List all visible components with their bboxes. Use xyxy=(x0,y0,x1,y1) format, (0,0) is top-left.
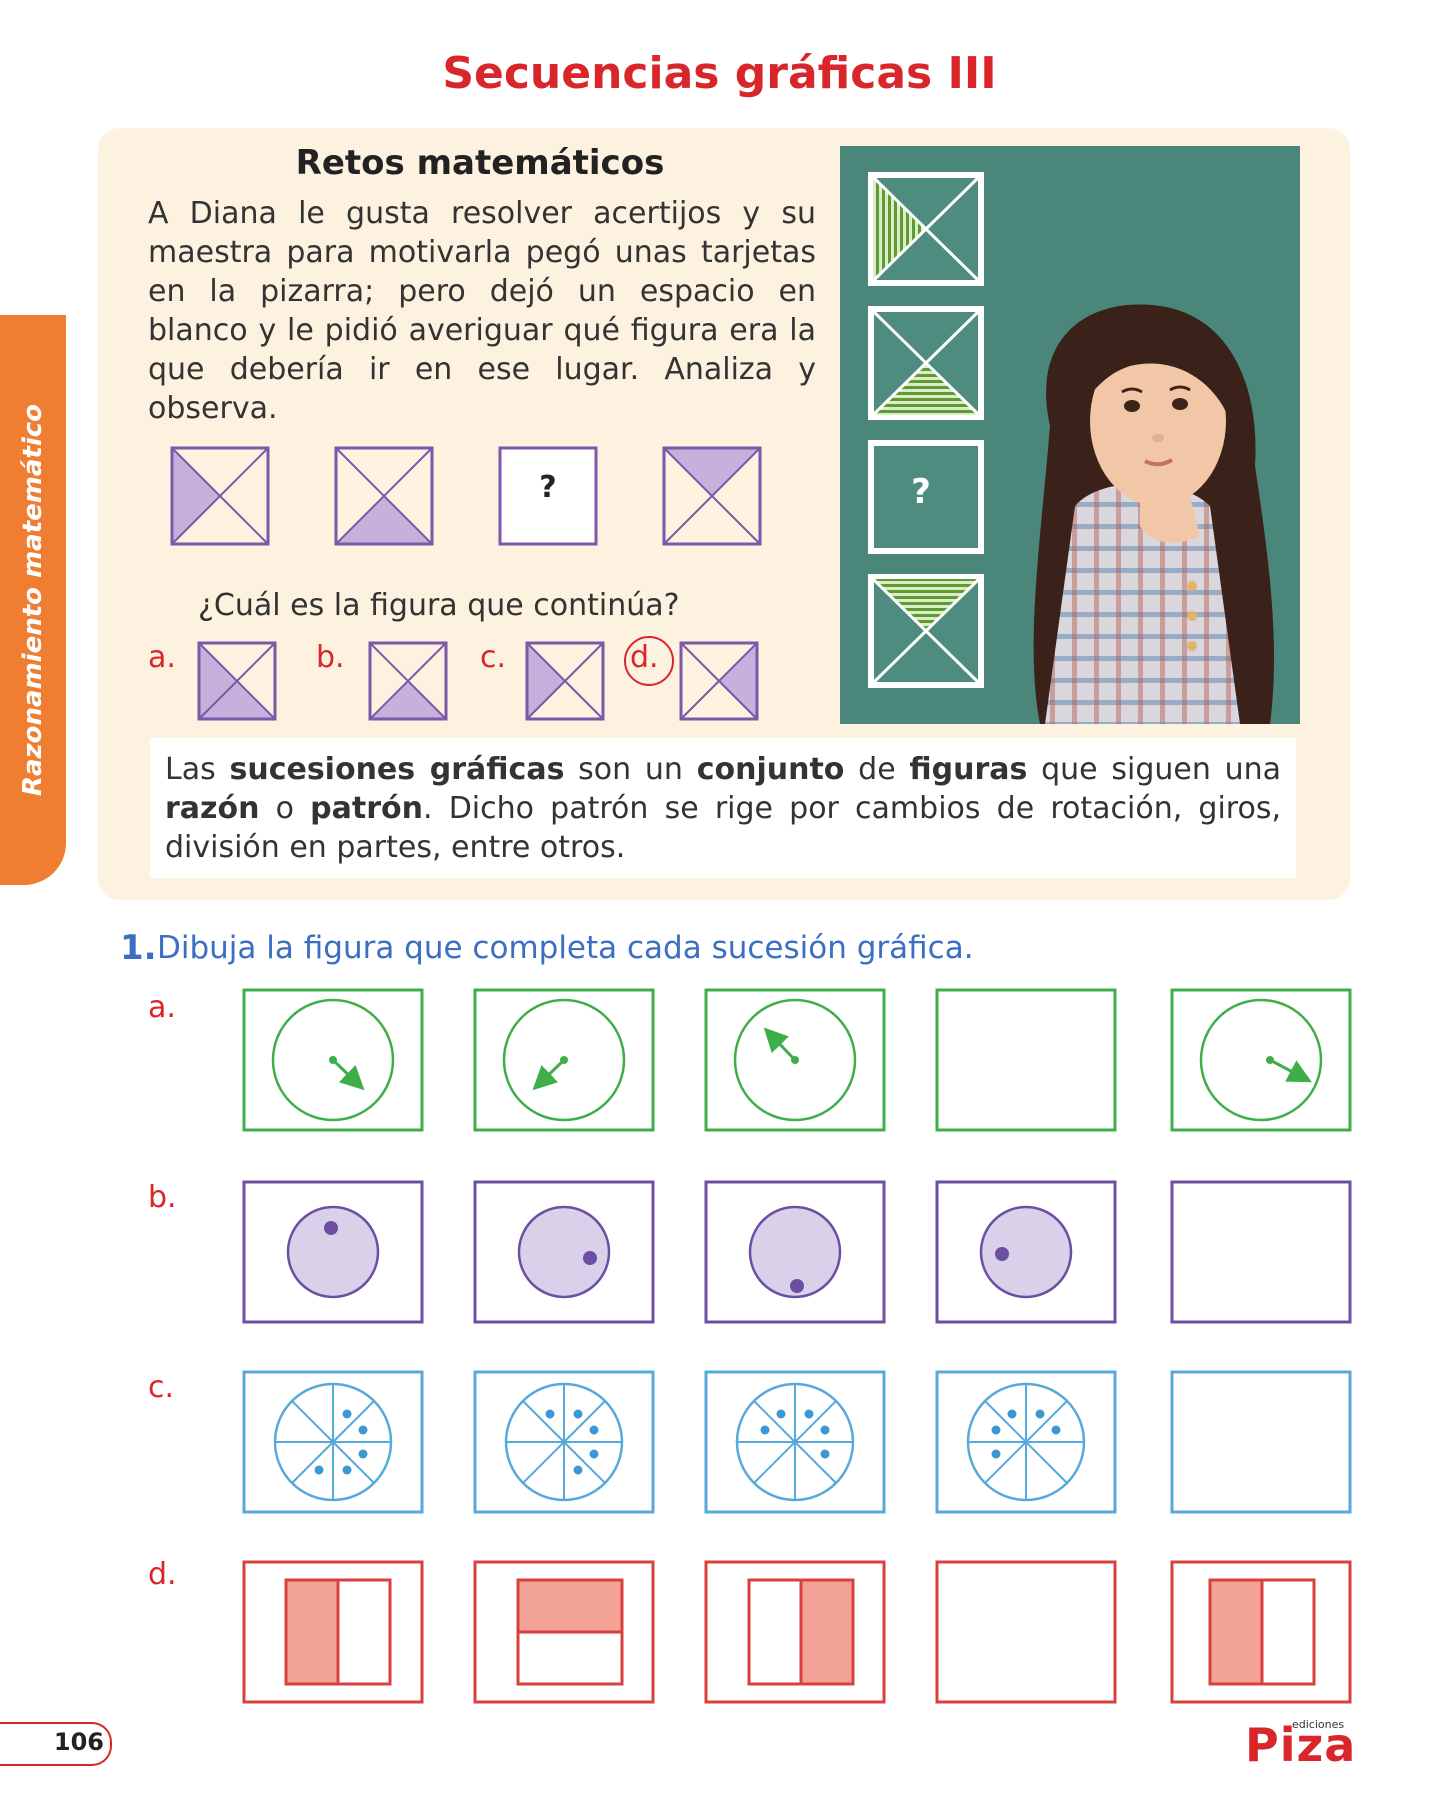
dot-icon xyxy=(804,1409,814,1419)
definition-part: que siguen una xyxy=(1027,752,1282,787)
dot-icon xyxy=(342,1409,352,1419)
side-tab-label: Razonamiento matemático xyxy=(18,403,48,797)
dot-icon xyxy=(573,1465,583,1475)
definition-part: son un xyxy=(564,752,697,787)
dot-icon xyxy=(324,1221,338,1235)
chalkboard-card-icon xyxy=(868,172,984,286)
retos-sequence xyxy=(170,446,762,546)
option-d-figure xyxy=(679,641,759,721)
row-a xyxy=(242,988,1352,1132)
dot-icon xyxy=(589,1449,599,1459)
sequence-question-mark: ? xyxy=(539,470,557,505)
option-a-figure xyxy=(197,641,277,721)
dot-icon xyxy=(760,1425,770,1435)
dot-icon xyxy=(820,1449,830,1459)
definition-part: o xyxy=(259,791,311,826)
exercise-number: 1. xyxy=(120,928,157,968)
sequence-square-4 xyxy=(662,446,762,546)
dot-icon xyxy=(545,1409,555,1419)
girl-illustration xyxy=(1033,304,1275,724)
dot-icon xyxy=(314,1465,324,1475)
dot-icon xyxy=(358,1425,368,1435)
retos-question: ¿Cuál es la figura que continúa? xyxy=(198,588,680,623)
row-d xyxy=(242,1560,1352,1704)
dot-icon xyxy=(1007,1409,1017,1419)
dot-icon xyxy=(573,1409,583,1419)
definition-part: conjunto xyxy=(696,752,845,787)
definition-part: Las xyxy=(165,752,230,787)
definition-part: de xyxy=(844,752,910,787)
definition-part: patrón xyxy=(310,791,423,826)
option-b-figure xyxy=(368,641,448,721)
exercise-instruction: Dibuja la figura que completa cada suces… xyxy=(157,930,974,966)
dot-icon xyxy=(1035,1409,1045,1419)
publisher-logo: Piza xyxy=(1245,1718,1357,1772)
girl-thinking-photo xyxy=(840,146,1300,724)
retos-intro: A Diana le gusta resolver acertijos y su… xyxy=(148,196,816,426)
dot-icon xyxy=(358,1449,368,1459)
page-number: 106 xyxy=(53,1728,104,1756)
side-tab-label-wrap: Razonamiento matemático xyxy=(0,315,66,885)
retos-heading: Retos matemáticos xyxy=(295,143,665,183)
sequence-square-1 xyxy=(170,446,270,546)
dot-icon xyxy=(991,1449,1001,1459)
dot-icon xyxy=(776,1409,786,1419)
definition-part: razón xyxy=(165,791,260,826)
definition-part: figuras xyxy=(909,752,1028,787)
answer-options xyxy=(197,641,759,721)
dot-icon xyxy=(589,1425,599,1435)
sequence-square-2 xyxy=(334,446,434,546)
dot-icon xyxy=(342,1465,352,1475)
definition-text: Las sucesiones gráficas son un conjunto … xyxy=(165,750,1281,867)
arrow-icon xyxy=(331,1058,365,1091)
dot-icon xyxy=(1051,1425,1061,1435)
row-b xyxy=(242,1180,1352,1324)
option-c-figure xyxy=(525,641,605,721)
exercise-figures xyxy=(242,988,1352,1704)
option-a-label: a. xyxy=(148,640,176,675)
photo-question-mark: ? xyxy=(911,472,931,512)
dot-icon xyxy=(820,1425,830,1435)
page-title: Secuencias gráficas III xyxy=(442,48,997,99)
definition-part: sucesiones gráficas xyxy=(229,752,565,787)
dot-icon xyxy=(991,1425,1001,1435)
row-c xyxy=(242,1370,1352,1514)
